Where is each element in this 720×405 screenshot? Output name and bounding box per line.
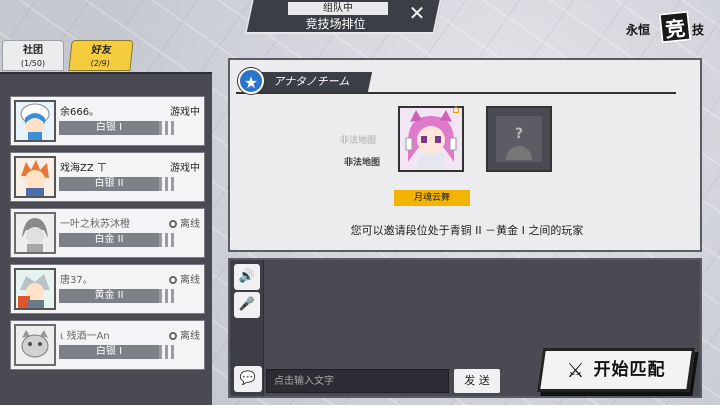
friend-status: 离线: [169, 327, 200, 342]
empty-slot-placeholder: ?: [496, 116, 542, 162]
question-mark: ?: [514, 126, 524, 142]
friend-name: ι 残酒一An: [60, 331, 110, 342]
friend-name: 戏海ZZ ㄒ: [60, 163, 107, 174]
tab-club[interactable]: 社团 (1/50): [2, 40, 64, 71]
game-logo: 永恒 竞 技: [624, 10, 716, 44]
friend-status: 游戏中: [170, 107, 200, 118]
friend-rank: 白金 II: [59, 233, 177, 247]
friend-name: 一叶之秋苏沐橙: [60, 219, 130, 230]
friend-row[interactable]: 戏海ZZ ㄒ 游戏中 白银 II: [10, 152, 205, 202]
home-icon: ⌂: [452, 102, 460, 116]
chat-bubble-icon[interactable]: 💬: [234, 366, 262, 392]
friend-rank: 白银 II: [59, 177, 177, 191]
microphone-icon[interactable]: 🎤: [234, 292, 260, 318]
logo-text-middle: 竞: [658, 10, 692, 44]
tab-friends-label: 好友: [90, 45, 113, 56]
offline-dot-icon: [169, 220, 177, 228]
tab-club-label: 社团: [23, 45, 43, 56]
friend-status: 游戏中: [170, 163, 200, 174]
start-match-button[interactable]: [536, 348, 696, 392]
avatar: [14, 100, 56, 142]
speaker-icon[interactable]: 🔊: [234, 264, 260, 290]
mode-title: 竞技场排位: [305, 17, 366, 31]
friend-status-text: 离线: [180, 331, 200, 342]
friend-name: 余666。: [60, 107, 100, 118]
person-silhouette-icon: [506, 146, 532, 160]
friend-status-text: 离线: [180, 219, 200, 230]
friend-rank: 黄金 II: [59, 289, 177, 303]
friend-row[interactable]: 一叶之秋苏沐橙 离线 白金 II: [10, 208, 205, 258]
close-icon[interactable]: ✕: [404, 2, 430, 24]
illegal-map-stamp: 非法地图: [343, 158, 380, 168]
team-name: アナタノチーム: [255, 72, 373, 92]
friend-status-text: 离线: [180, 275, 200, 286]
friend-status: 离线: [169, 271, 200, 286]
member-avatar: [400, 108, 462, 170]
invite-rank-note: 您可以邀请段位处于青铜 II －黄金 I 之间的玩家: [350, 224, 584, 237]
avatar: [14, 268, 56, 310]
team-header: アナタノチーム ★: [236, 68, 676, 94]
friend-rank: 白银 I: [59, 121, 177, 135]
send-button[interactable]: 发 送: [454, 369, 500, 393]
friend-name: 唐37。: [60, 275, 93, 286]
illegal-map-stamp-faded: 非法地图: [339, 136, 376, 146]
team-status-label: 组队中: [288, 2, 388, 15]
avatar: [14, 156, 56, 198]
logo-text-right: 技: [692, 23, 705, 37]
team-slot-empty[interactable]: ?: [486, 106, 552, 172]
chat-panel: 🔊 🎤 💬 发 送 ⚔ 开始匹配: [228, 258, 702, 398]
tab-club-count: (1/50): [20, 59, 46, 68]
team-panel: アナタノチーム ★ 非法地图 非法地图 ⌂ ? 月魂云舞 您可以邀请段位处于青铜…: [228, 58, 702, 252]
star-icon: ★: [238, 68, 264, 94]
tab-friends[interactable]: 好友 (2/9): [68, 40, 134, 71]
offline-dot-icon: [169, 332, 177, 340]
friend-row[interactable]: 唐37。 离线 黄金 II: [10, 264, 205, 314]
member-name-tag: 月魂云舞: [394, 190, 470, 206]
avatar: [14, 212, 56, 254]
friends-list[interactable]: 余666。 游戏中 白银 I 戏海ZZ ㄒ 游戏中 白银 II 一叶之秋苏沐橙: [0, 72, 212, 405]
chat-input[interactable]: [266, 369, 449, 393]
avatar: [14, 324, 56, 366]
tab-friends-count: (2/9): [90, 59, 111, 68]
friend-status: 离线: [169, 215, 200, 230]
logo-text-left: 永恒: [626, 23, 651, 37]
friend-rank: 白银 I: [59, 345, 177, 359]
friend-row[interactable]: 余666。 游戏中 白银 I: [10, 96, 205, 146]
offline-dot-icon: [169, 276, 177, 284]
friend-row[interactable]: ι 残酒一An 离线 白银 I: [10, 320, 205, 370]
